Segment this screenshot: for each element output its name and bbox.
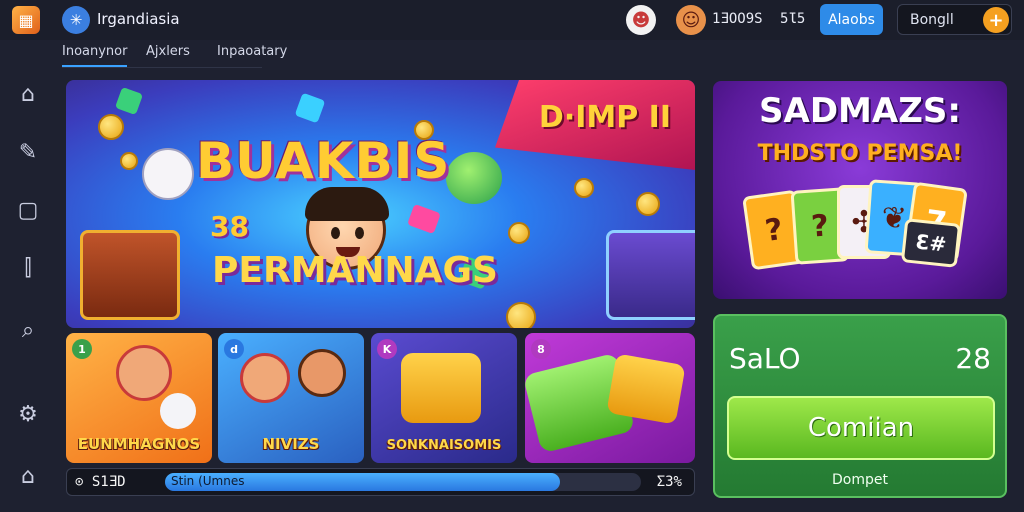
promo-card[interactable]: SADMAZS: THDSTO PEMSA! ? ? ✣ ❦ 7 Ɛ# (713, 81, 1007, 299)
promo-subtitle: THDSTO PEMSA! (757, 141, 963, 166)
tile-title: NIVIZS (262, 435, 320, 453)
mascot-avatar-icon[interactable]: ☻ (626, 5, 656, 35)
coins-count: 1ƎOO9S (712, 11, 763, 27)
balance-label: ⊙ S1ƎD (75, 474, 126, 490)
coin-icon (506, 302, 536, 328)
search-value: Bongll (910, 11, 954, 28)
tab-inoanynor[interactable]: Inoanynor (62, 44, 128, 67)
gem-icon (114, 86, 144, 116)
tile-badge: K (377, 339, 397, 359)
search-icon[interactable]: ⌕ (12, 314, 44, 346)
gear-icon[interactable]: ⚙ (12, 398, 44, 430)
search-input[interactable]: Bongll + (897, 4, 1012, 35)
bell-icon[interactable]: ⌂ (12, 460, 44, 492)
tile-badge: 8 (531, 339, 551, 359)
bottom-status-bar: ⊙ S1ƎD Stin (Umnes Ʃ3% (66, 468, 695, 496)
score-value: 28 (955, 342, 991, 375)
blue-action-button[interactable]: Alaobs (820, 4, 883, 35)
hero-title: BUAKBIS (196, 132, 451, 190)
game-tile[interactable]: K SONKNAISOMIS (371, 333, 517, 463)
brand-name: Irgandiasia (97, 10, 180, 28)
score-footer-link[interactable]: Dompet (715, 472, 1005, 488)
game-tile[interactable]: d NIVIZS (218, 333, 364, 463)
pen-icon[interactable]: ✎ (12, 136, 44, 168)
promo-title: SADMAZS: (759, 91, 961, 131)
game-board (606, 353, 686, 425)
arcade-machine-right (606, 230, 695, 320)
character-eye (355, 227, 364, 239)
confirm-button[interactable]: Comiian (727, 396, 995, 460)
ghost-character (142, 148, 194, 200)
brand-icon: ✳ (62, 6, 90, 34)
dice-cube (401, 353, 481, 423)
game-tile[interactable]: 8 (525, 333, 695, 463)
player-character (240, 353, 290, 403)
game-tile[interactable]: 1 EUNMHAGNOS (66, 333, 212, 463)
sidebar: ⌂ ✎ ▢ ⫿ ⌕ ⚙ ⌂ (0, 68, 56, 512)
score-panel: SaLO 28 Comiian Dompet (713, 314, 1007, 498)
coin-icon (98, 114, 124, 140)
coin-icon (574, 178, 594, 198)
tile-badge: 1 (72, 339, 92, 359)
hero-subtitle: PERMANNAGS (212, 250, 498, 291)
slime-character (446, 152, 502, 204)
coin-icon (508, 222, 530, 244)
progress-fill: Stin (Umnes (165, 473, 561, 491)
bars-icon[interactable]: ⫿ (12, 252, 44, 284)
hero-number: 38 (210, 210, 249, 243)
game-card: Ɛ# (900, 218, 962, 268)
player-character (116, 345, 172, 401)
coin-icon (120, 152, 138, 170)
gems-count: 5Ɩ5 (780, 11, 806, 27)
score-label: SaLO (729, 342, 801, 375)
progress-percent: Ʃ3% (656, 474, 682, 490)
document-icon[interactable]: ▢ (12, 194, 44, 226)
tile-title: EUNMHAGNOS (77, 435, 201, 453)
character-eye (331, 227, 340, 239)
tile-badge: d (224, 339, 244, 359)
player-avatar-icon[interactable]: ☺ (676, 5, 706, 35)
player-character (298, 349, 346, 397)
tile-title: SONKNAISOMIS (386, 438, 502, 453)
heart-icon (407, 203, 441, 235)
ghost-character (160, 393, 196, 429)
tab-ajxlers[interactable]: Ajxlers (146, 44, 190, 65)
tab-inpaoatary[interactable]: Inpaoatary (217, 44, 287, 65)
gem-icon (294, 92, 326, 124)
arcade-machine-left (80, 230, 180, 320)
app-logo-icon[interactable]: ▦ (12, 6, 40, 34)
coin-icon (636, 192, 660, 216)
plus-icon[interactable]: + (983, 7, 1009, 33)
tab-divider (62, 67, 262, 68)
character-hair (305, 187, 389, 221)
home-icon[interactable]: ⌂ (12, 78, 44, 110)
progress-bar[interactable]: Stin (Umnes (165, 473, 641, 491)
progress-label: Stin (Umnes (171, 474, 245, 488)
top-bar: ▦ ✳ Irgandiasia ☻ ☺ 1ƎOO9S 5Ɩ5 Alaobs Bo… (0, 0, 1024, 40)
hero-ribbon-text: D·IMP II (538, 100, 671, 135)
hero-banner[interactable]: D·IMP II BUAKBIS 38 PERMANNAGS (66, 80, 695, 328)
